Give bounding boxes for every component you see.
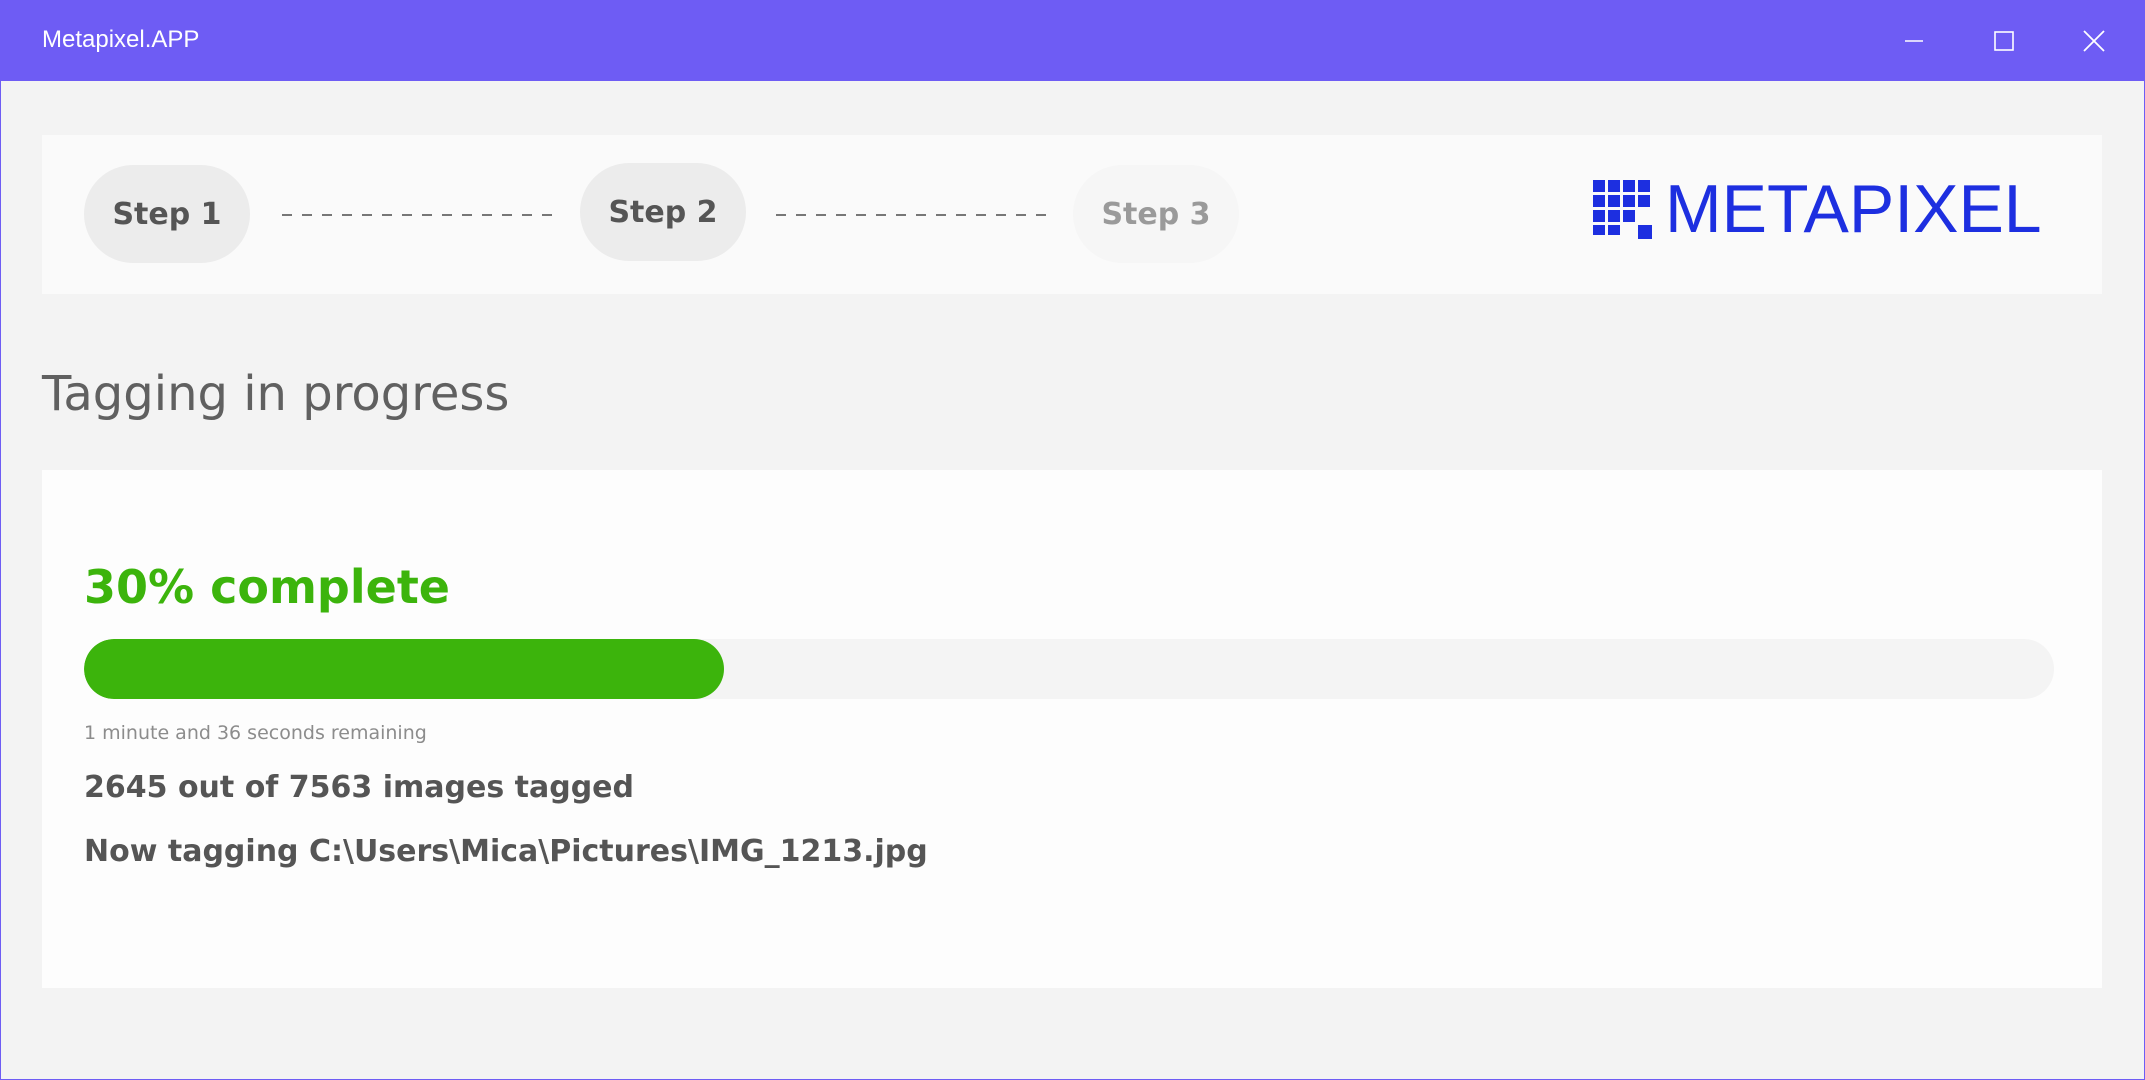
step-connector-2: [776, 214, 1051, 216]
images-tagged-count: 2645 out of 7563 images tagged: [84, 770, 635, 805]
stepper: Step 1 Step 2 Step 3 METAPIXEL: [42, 135, 2102, 294]
metapixel-logo: METAPIXEL: [1593, 175, 2042, 243]
maximize-button[interactable]: [1959, 0, 2049, 81]
time-remaining: 1 minute and 36 seconds remaining: [84, 722, 427, 744]
page-title: Tagging in progress: [42, 366, 510, 422]
maximize-icon: [1994, 30, 2014, 51]
current-file: Now tagging C:\Users\Mica\Pictures\IMG_1…: [84, 834, 928, 869]
step-1[interactable]: Step 1: [84, 165, 250, 263]
metapixel-logo-icon: [1593, 180, 1652, 239]
minimize-icon: [1905, 39, 1923, 42]
progress-card: 30% complete 1 minute and 36 seconds rem…: [42, 470, 2102, 988]
percent-complete-label: 30% complete: [84, 560, 451, 614]
step-connector-1: [282, 214, 557, 216]
close-icon: [2083, 29, 2105, 52]
close-button[interactable]: [2049, 0, 2139, 81]
step-2[interactable]: Step 2: [580, 163, 746, 261]
progress-bar: [84, 639, 2054, 699]
step-3[interactable]: Step 3: [1073, 165, 1239, 263]
minimize-button[interactable]: [1869, 0, 1959, 81]
metapixel-logo-text: METAPIXEL: [1665, 171, 2042, 247]
title-bar[interactable]: Metapixel.APP: [1, 0, 2145, 81]
app-window: Metapixel.APP Step 1 Step 2 Step 3 METAP…: [0, 0, 2145, 1080]
progress-bar-fill: [84, 639, 725, 699]
window-title: Metapixel.APP: [42, 26, 200, 53]
